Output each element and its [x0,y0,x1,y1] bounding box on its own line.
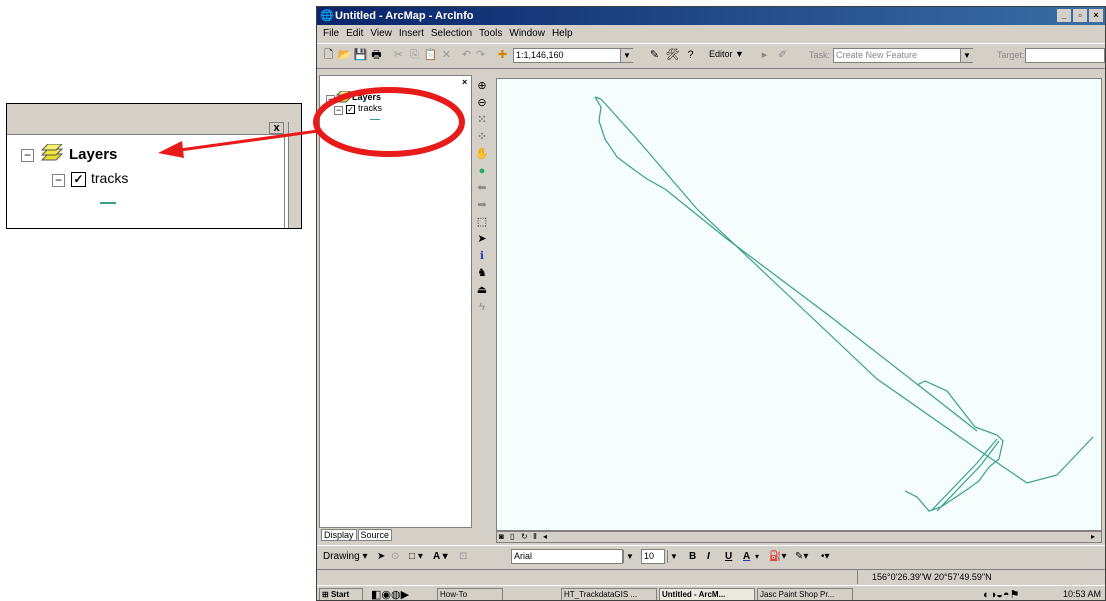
highlight-arrowhead [158,141,184,158]
highlight-arrow-line [179,129,319,152]
annotation-overlay [158,87,465,158]
highlight-ellipse [313,87,465,157]
